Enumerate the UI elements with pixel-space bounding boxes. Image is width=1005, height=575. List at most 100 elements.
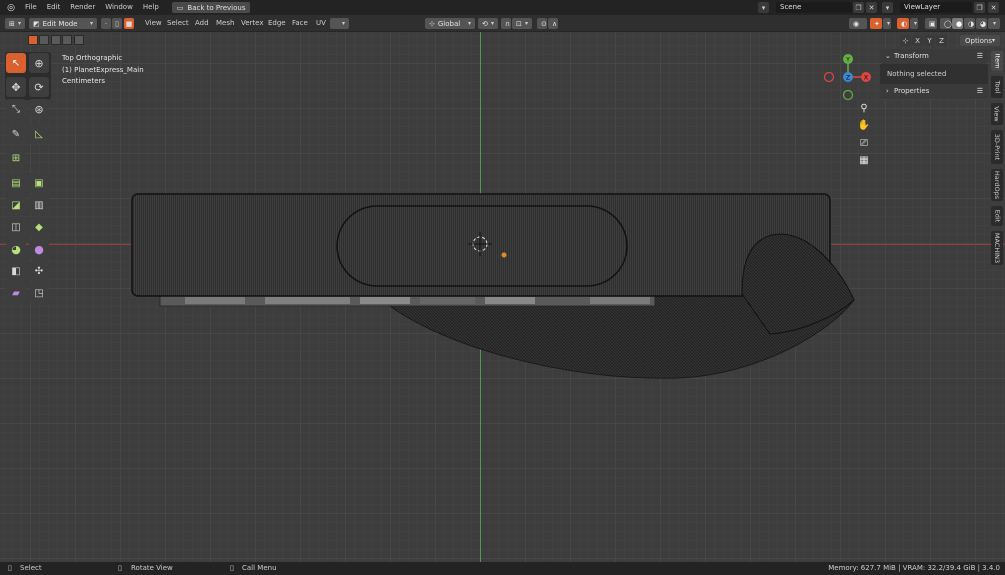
knife-tool[interactable]: ◫: [6, 217, 26, 237]
3d-viewport[interactable]: Top Orthographic (1) PlanetExpress_Main …: [0, 32, 1005, 562]
blender-logo-icon[interactable]: ◎: [4, 1, 18, 15]
select-box-tool[interactable]: ↖: [6, 53, 26, 73]
tab-3d-print[interactable]: 3D-Print: [991, 130, 1003, 164]
menu-render[interactable]: Render: [65, 0, 100, 15]
annotate-tool[interactable]: ✎: [6, 124, 26, 144]
rotate-tool[interactable]: ⟳: [29, 77, 49, 97]
cursor-tool[interactable]: ⊕: [29, 53, 49, 73]
tab-item[interactable]: Item: [991, 51, 1003, 71]
face-select-button[interactable]: ■: [124, 18, 134, 29]
mirror-y-toggle[interactable]: Y: [924, 35, 935, 46]
edge-icon: ▯: [115, 19, 119, 28]
visibility-dropdown[interactable]: ◉: [849, 18, 867, 29]
spin-tool[interactable]: ◕: [6, 239, 26, 259]
view-layer-selector-icon[interactable]: ▾: [882, 2, 893, 13]
drag-handle-icon[interactable]: ☰: [977, 49, 983, 64]
shading-rendered-button[interactable]: ◕: [976, 18, 987, 29]
drag-handle-icon[interactable]: ☰: [977, 84, 983, 99]
menu-view[interactable]: View: [145, 18, 162, 29]
gizmo-dropdown[interactable]: ▾: [883, 18, 891, 29]
menu-select[interactable]: Select: [167, 18, 189, 29]
vertex-select-button[interactable]: ·: [101, 18, 111, 29]
transform-tool[interactable]: ⊛: [29, 99, 49, 119]
select-mode-new-button[interactable]: [28, 35, 38, 45]
tab-tool[interactable]: Tool: [991, 76, 1003, 98]
ship-mesh[interactable]: [0, 32, 1005, 562]
proportional-edit-toggle[interactable]: ⊙: [537, 18, 547, 29]
select-mode-subtract-button[interactable]: [51, 35, 61, 45]
extrude-tool[interactable]: ▤: [6, 173, 26, 193]
view-layer-field[interactable]: ViewLayer: [900, 2, 972, 13]
shading-solid-button[interactable]: ●: [952, 18, 963, 29]
status-select: Select: [20, 564, 42, 572]
shading-material-button[interactable]: ◑: [964, 18, 975, 29]
rip-tool[interactable]: ◳: [29, 283, 49, 303]
snap-toggle[interactable]: ∩: [501, 18, 511, 29]
menu-vertex[interactable]: Vertex: [241, 18, 264, 29]
orientation-dropdown[interactable]: ⊹ Global ▾: [425, 18, 475, 29]
transform-panel-header[interactable]: ⌄ Transform ☰: [880, 49, 988, 64]
navigation-gizmo[interactable]: X Y Z: [820, 51, 880, 105]
new-scene-icon[interactable]: ❐: [853, 2, 864, 13]
edge-slide-tool[interactable]: ◧: [6, 261, 26, 281]
select-mode-intersect-button[interactable]: [74, 35, 84, 45]
pivot-dropdown[interactable]: ⟲ ▾: [478, 18, 498, 29]
tab-view[interactable]: View: [991, 103, 1003, 125]
select-mode-extend-button[interactable]: [39, 35, 49, 45]
shading-wireframe-button[interactable]: ◯: [940, 18, 952, 29]
mirror-x-toggle[interactable]: X: [912, 35, 923, 46]
scene-selector-icon[interactable]: ▾: [758, 2, 769, 13]
smooth-tool[interactable]: ●: [29, 239, 49, 259]
ortho-grid-icon[interactable]: ▦: [857, 153, 871, 167]
mode-dropdown[interactable]: ◩ Edit Mode ▾: [29, 18, 97, 29]
delete-view-layer-icon[interactable]: ✕: [988, 2, 999, 13]
properties-panel-header[interactable]: › Properties ☰: [880, 84, 988, 99]
menu-mesh[interactable]: Mesh: [216, 18, 234, 29]
snap-dropdown[interactable]: ⊡ ▾: [512, 18, 532, 29]
falloff-dropdown[interactable]: ∧: [548, 18, 558, 29]
new-view-layer-icon[interactable]: ❐: [974, 2, 985, 13]
toolbar-group-transform: ✥ ⟳ ⤡ ⊛: [5, 76, 51, 124]
tab-edit[interactable]: Edit: [991, 206, 1003, 226]
pan-hand-icon[interactable]: ✋: [857, 118, 871, 132]
menu-uv[interactable]: UV: [316, 18, 326, 29]
inset-tool[interactable]: ▣: [29, 173, 49, 193]
menu-file[interactable]: File: [20, 0, 42, 15]
shear-tool[interactable]: ▰: [6, 283, 26, 303]
options-dropdown[interactable]: Options ▾: [960, 35, 1000, 46]
edge-select-button[interactable]: ▯: [112, 18, 122, 29]
menu-add[interactable]: Add: [195, 18, 209, 29]
gizmo-toggle[interactable]: ✦: [870, 18, 882, 29]
delete-scene-icon[interactable]: ✕: [866, 2, 877, 13]
tab-machin3[interactable]: MACHIN3: [991, 231, 1003, 265]
overlay-dropdown[interactable]: ▾: [910, 18, 918, 29]
loop-cut-tool[interactable]: ▥: [29, 195, 49, 215]
shading-dropdown[interactable]: ▾: [988, 18, 1000, 29]
xray-toggle[interactable]: ▣: [925, 18, 937, 29]
mirror-icon[interactable]: ⊹: [900, 35, 911, 46]
tab-hardops[interactable]: HardOps: [991, 169, 1003, 201]
solid-icon: ●: [956, 19, 963, 28]
overlay-toggle[interactable]: ◐: [897, 18, 909, 29]
mirror-z-toggle[interactable]: Z: [936, 35, 947, 46]
move-tool[interactable]: ✥: [6, 77, 26, 97]
menu-face[interactable]: Face: [292, 18, 308, 29]
back-to-previous-button[interactable]: ▭ Back to Previous: [171, 2, 251, 13]
zoom-icon[interactable]: ⚲: [857, 101, 871, 115]
shrink-fatten-tool[interactable]: ✣: [29, 261, 49, 281]
select-mode-invert-button[interactable]: [62, 35, 72, 45]
measure-tool[interactable]: ◺: [29, 124, 49, 144]
menu-help[interactable]: Help: [138, 0, 164, 15]
menu-window[interactable]: Window: [100, 0, 138, 15]
transform-icon: ⊛: [34, 102, 44, 116]
poly-build-tool[interactable]: ◆: [29, 217, 49, 237]
scene-field[interactable]: Scene: [776, 2, 852, 13]
add-cube-tool[interactable]: ⊞: [6, 148, 26, 168]
bevel-tool[interactable]: ◪: [6, 195, 26, 215]
menu-edit[interactable]: Edit: [42, 0, 66, 15]
camera-icon[interactable]: ⎚: [857, 136, 871, 150]
menu-edge[interactable]: Edge: [268, 18, 286, 29]
uv-extra-dropdown[interactable]: ▾: [330, 18, 349, 29]
editor-type-dropdown[interactable]: ⊞ ▾: [5, 18, 25, 29]
scale-tool[interactable]: ⤡: [6, 99, 26, 119]
